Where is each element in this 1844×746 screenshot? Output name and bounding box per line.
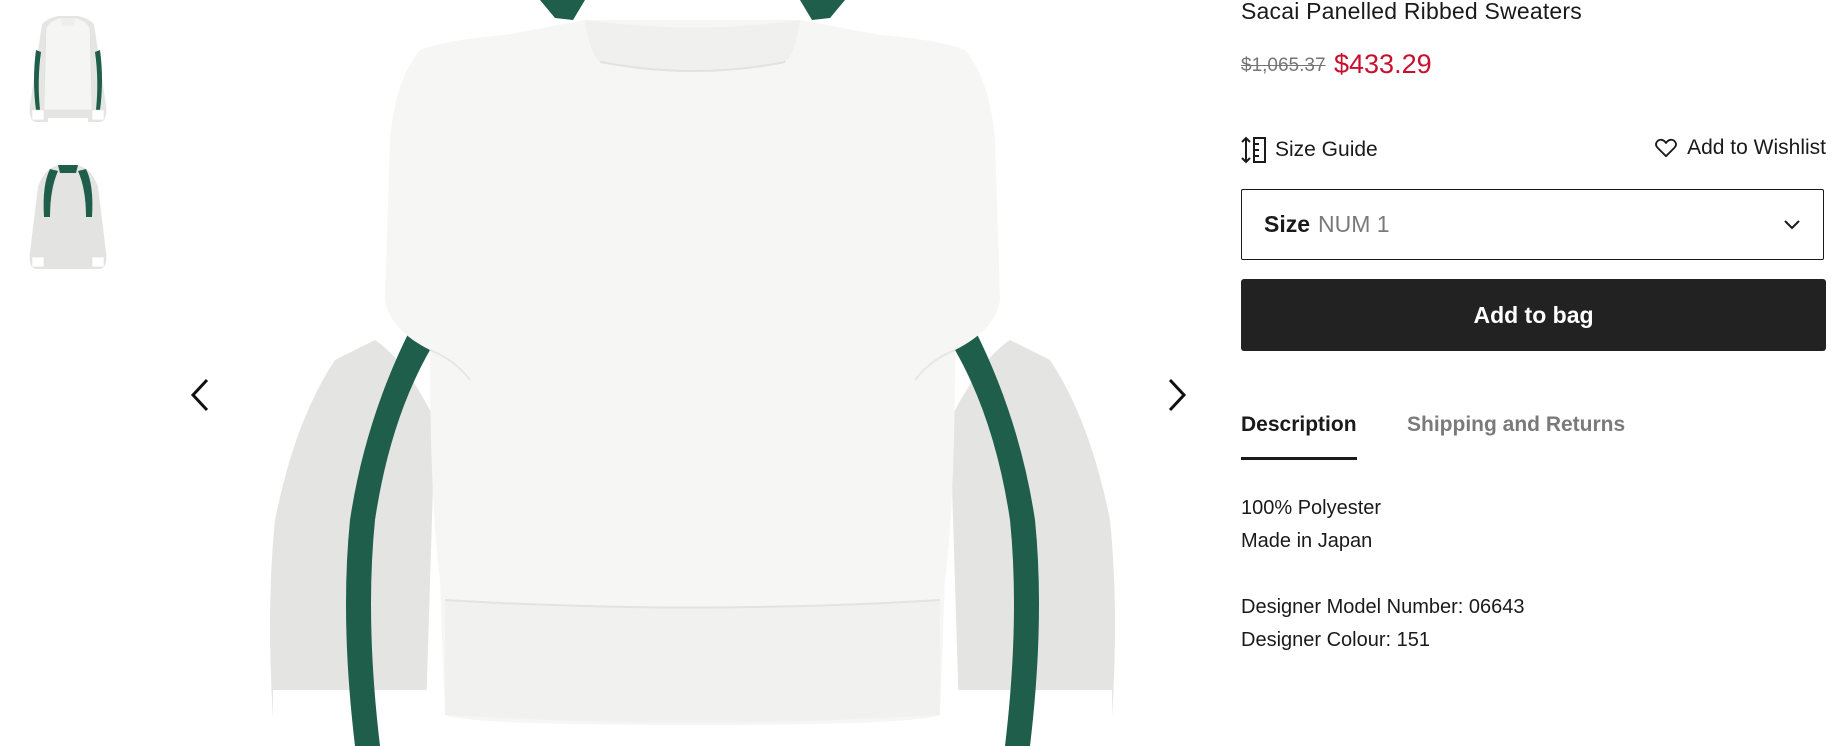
- wishlist-label: Add to Wishlist: [1687, 136, 1826, 159]
- next-image-button[interactable]: [1157, 375, 1197, 415]
- add-to-wishlist-button[interactable]: Add to Wishlist: [1655, 136, 1826, 160]
- chevron-down-icon: [1783, 219, 1801, 231]
- size-dropdown-value: NUM 1: [1318, 211, 1390, 237]
- description-origin: Made in Japan: [1241, 530, 1373, 552]
- original-price: $1,065.37: [1241, 55, 1326, 76]
- add-to-bag-button[interactable]: Add to bag: [1241, 279, 1826, 351]
- tab-description[interactable]: Description: [1241, 413, 1357, 460]
- chevron-right-icon: [1168, 378, 1187, 412]
- tab-shipping-and-returns[interactable]: Shipping and Returns: [1407, 413, 1625, 457]
- size-guide-link[interactable]: Size Guide: [1241, 136, 1378, 164]
- product-main-image: [270, 0, 1115, 746]
- product-title: Sacai Panelled Ribbed Sweaters: [1241, 0, 1582, 24]
- description-material: 100% Polyester: [1241, 497, 1382, 519]
- sale-price: $433.29: [1334, 49, 1432, 79]
- size-dropdown-label: Size: [1264, 211, 1311, 237]
- designer-colour: Designer Colour: 151: [1241, 629, 1430, 651]
- designer-model-number: Designer Model Number: 06643: [1241, 596, 1525, 618]
- size-dropdown[interactable]: Size NUM 1: [1241, 189, 1824, 260]
- thumbnail-front[interactable]: [14, 10, 122, 125]
- description-content: 100% Polyester Made in Japan Designer Mo…: [1241, 492, 1525, 657]
- sweater-back-thumbnail: [29, 165, 107, 269]
- size-guide-label: Size Guide: [1275, 138, 1378, 161]
- ruler-icon: [1241, 136, 1266, 164]
- previous-image-button[interactable]: [180, 375, 220, 415]
- thumbnail-back[interactable]: [14, 157, 122, 272]
- chevron-left-icon: [190, 378, 209, 412]
- product-info-tabs: Description Shipping and Returns: [1241, 413, 1826, 463]
- sweater-front-thumbnail: [29, 16, 107, 122]
- heart-icon: [1655, 138, 1678, 158]
